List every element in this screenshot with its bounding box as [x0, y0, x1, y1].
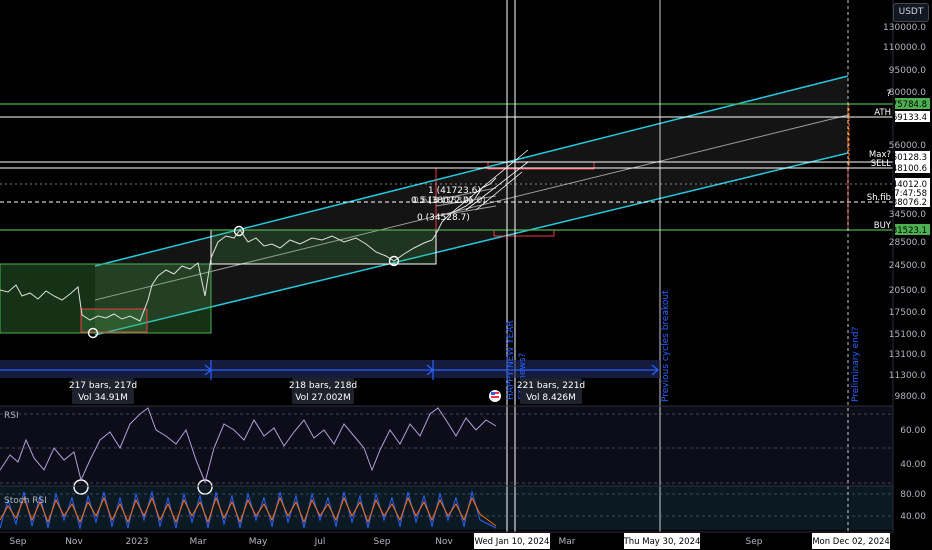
price-badge-value: 75784.8 [892, 100, 927, 110]
price-tick: 17500.0 [889, 308, 926, 318]
currency-button[interactable]: USDT [893, 3, 929, 22]
time-highlight-may: Thu May 30, 2024 [623, 533, 701, 549]
time-tick: Mar [559, 537, 576, 547]
label-previous-cycles: Previous cycles breakout [661, 290, 671, 402]
price-badge-value: 38076.2 [892, 198, 927, 208]
rsi-tick-60: 60.00 [900, 426, 926, 436]
price-badge-value: 50128.3 [892, 153, 927, 163]
rsi-pane [0, 406, 893, 486]
price-tick: 110000.0 [883, 43, 926, 53]
range-2-vol: Vol 27.002M [295, 393, 351, 403]
time-highlight-may-text: Thu May 30, 2024 [623, 537, 701, 547]
stoch-rsi-pane [0, 486, 893, 530]
price-tick: 28500.0 [889, 238, 926, 248]
time-tick: Mar [190, 537, 207, 547]
price-tick: 24500.0 [889, 261, 926, 271]
price-badge-label: ? [886, 89, 891, 99]
time-ticks: SepNov2023MarMayJulSepNovMarJulSepM5 [10, 537, 881, 547]
chart-canvas[interactable]: 1 (41723.6) 0.5 (38072.0) 0.618 (38376.0… [0, 0, 932, 550]
range-3-vol: Vol 8.426M [526, 393, 576, 403]
time-tick: Nov [435, 537, 453, 547]
price-badge-label: ATH [874, 108, 891, 118]
price-tick: 95000.0 [889, 66, 926, 76]
rsi-title: RSI [4, 411, 19, 421]
range-ribbon [0, 360, 660, 378]
fib-label-618: 0.618 (38376.0) [413, 196, 486, 206]
price-tick: 20500.0 [889, 286, 926, 296]
time-highlight-jan-text: Wed Jan 10, 2024 [475, 537, 550, 547]
time-highlight-jan: Wed Jan 10, 2024 [474, 533, 550, 549]
price-badge-label: BUY [874, 221, 892, 231]
range-1-vol: Vol 34.91M [78, 393, 128, 403]
price-tick: 80000.0 [889, 88, 926, 98]
price-tick: 13100.0 [889, 350, 926, 360]
time-tick: Sep [746, 537, 763, 547]
price-badge-label: SELL [871, 159, 892, 169]
price-tick: 15100.0 [889, 330, 926, 340]
range-box-1: 217 bars, 217d Vol 34.91M [69, 378, 137, 404]
time-tick: May [249, 537, 268, 547]
green-zone-2 [210, 229, 437, 265]
price-tick: 11300.0 [889, 371, 926, 381]
range-2-bars: 218 bars, 218d [289, 381, 357, 391]
price-tick: 9800.0 [895, 392, 927, 402]
range-3-bars: 221 bars, 221d [517, 381, 585, 391]
price-tick: 34500.0 [889, 210, 926, 220]
price-badge-value: 69133.4 [892, 113, 927, 123]
price-badge-label: Sh.fib [867, 193, 891, 203]
time-highlight-dec: Mon Dec 02, 2024 [812, 533, 890, 549]
time-tick: Sep [10, 537, 27, 547]
time-tick: Jul [314, 537, 326, 547]
stoch-tick-80: 80.00 [900, 490, 926, 500]
stoch-tick-40: 40.00 [900, 512, 926, 522]
fib-label-1: 1 (41723.6) [428, 186, 481, 196]
price-badge-value: 48100.6 [892, 164, 927, 174]
fib-label-0: 0 (34528.7) [417, 213, 470, 223]
label-happy-new-year: HAPPY NEW YEAR [506, 320, 516, 400]
time-tick: 2023 [126, 537, 149, 547]
range-1-bars: 217 bars, 217d [69, 381, 137, 391]
flag-icon[interactable] [489, 390, 501, 402]
price-badge-value: 31523.1 [892, 226, 927, 236]
time-highlight-dec-text: Mon Dec 02, 2024 [812, 537, 890, 547]
time-tick: Nov [65, 537, 83, 547]
rsi-tick-40: 40.00 [900, 460, 926, 470]
stoch-rsi-title: Stoch RSI [4, 496, 47, 506]
price-tick: 130000.0 [883, 23, 926, 33]
range-box-3: 221 bars, 221d Vol 8.426M [517, 378, 585, 404]
label-preliminary-end: Preliminary end? [851, 326, 861, 402]
range-box-2: 218 bars, 218d Vol 27.002M [289, 378, 357, 404]
price-tick: 56000.0 [889, 141, 926, 151]
time-tick: Sep [374, 537, 391, 547]
